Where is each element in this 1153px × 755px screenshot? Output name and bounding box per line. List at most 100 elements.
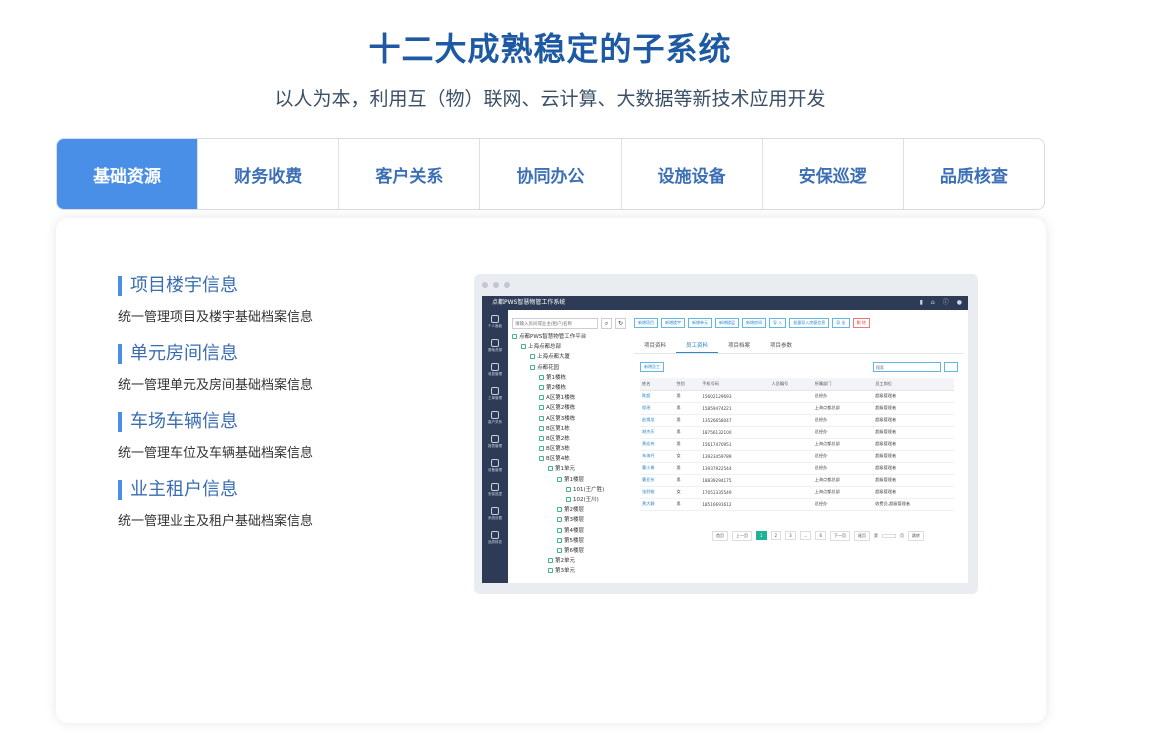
table-row[interactable]: 胡杰乐男 18756132100 总经办 超级管理者: [640, 426, 954, 439]
refresh-icon[interactable]: ↻: [615, 318, 626, 329]
tab-facilities[interactable]: 设施设备: [620, 139, 762, 209]
tab-quality[interactable]: 品质核查: [902, 139, 1044, 209]
tree-node[interactable]: A区第3楼栋: [512, 414, 630, 424]
tree-node[interactable]: 第4楼层: [512, 526, 630, 536]
column-header[interactable]: 性别: [674, 378, 701, 391]
goto-page-input[interactable]: [882, 533, 897, 538]
tree-node[interactable]: 第1单元: [512, 464, 630, 474]
table-row[interactable]: 朱海丹女 13923459789 总经办 超级管理者: [640, 450, 954, 463]
tree-node[interactable]: 第1楼栋: [512, 373, 630, 383]
tree-node[interactable]: 点都PWS智慧物管工作平台: [512, 332, 630, 342]
subtab[interactable]: 员工资料: [676, 338, 719, 353]
sidebar-item[interactable]: 收费管理: [482, 358, 508, 382]
subtab[interactable]: 项目档案: [718, 338, 760, 353]
tree-node[interactable]: 102(王川): [512, 495, 630, 505]
subtab[interactable]: 项目资料: [634, 338, 676, 353]
table-row[interactable]: 程瑶男 15859474221 上海点都总部 超级管理者: [640, 402, 954, 415]
sidebar-item[interactable]: 品质核查: [482, 526, 508, 550]
page-number[interactable]: 3: [785, 531, 796, 540]
tab-collaboration[interactable]: 协同办公: [479, 139, 620, 209]
page-number[interactable]: 2: [770, 531, 782, 540]
next-page-button[interactable]: 下一页: [830, 530, 851, 541]
sidebar-item[interactable]: 安保巡逻: [482, 478, 508, 502]
sidebar-item[interactable]: 工单管理: [482, 382, 508, 406]
sidebar-item[interactable]: 报表管理: [482, 430, 508, 454]
table-cell[interactable]: 程瑶: [640, 402, 675, 415]
export-icon[interactable]: [944, 362, 958, 372]
table-row[interactable]: 陈超男 15602129693 总经办 超级管理者: [640, 390, 954, 403]
tree-node[interactable]: B区第4栋: [512, 454, 630, 464]
toolbar-button[interactable]: 新增项目: [634, 318, 658, 328]
tab-security[interactable]: 安保巡逻: [761, 139, 903, 209]
toolbar-button[interactable]: 新增单元: [688, 318, 712, 328]
tree-node[interactable]: 点都花园: [512, 363, 630, 373]
tree-search-input[interactable]: [512, 318, 598, 329]
column-header[interactable]: 姓名: [640, 378, 675, 391]
tree-node[interactable]: 第2楼层: [512, 505, 630, 515]
table-cell[interactable]: 赵焕龙: [640, 414, 675, 427]
table-cell[interactable]: 陈超: [640, 390, 675, 403]
tree-node[interactable]: 第5楼层: [512, 536, 630, 546]
column-header[interactable]: 人员编号: [769, 378, 813, 391]
toolbar-button[interactable]: 新增楼宇: [661, 318, 685, 328]
column-header[interactable]: 所属部门: [812, 378, 874, 391]
tree-node[interactable]: A区第2楼栋: [512, 403, 630, 413]
toolbar-button[interactable]: 删 除: [852, 318, 870, 328]
table-cell[interactable]: 朱海丹: [640, 450, 675, 463]
toolbar-button[interactable]: 新增房间: [742, 318, 766, 328]
sidebar-item[interactable]: 基础资源: [482, 334, 508, 358]
info-icon[interactable]: ⓘ: [943, 296, 949, 310]
table-cell[interactable]: 黄宏伟: [640, 438, 675, 451]
table-cell[interactable]: 胡杰乐: [640, 426, 675, 439]
tab-customer[interactable]: 客户关系: [338, 139, 479, 209]
user-icon[interactable]: ●: [957, 296, 962, 310]
table-row[interactable]: 黄大静男 18516691612 总经办 收费员,超级管理者: [640, 498, 954, 511]
toolbar-button[interactable]: 导 出: [832, 318, 850, 328]
tree-node[interactable]: 上海点都大厦: [512, 352, 630, 362]
tree-node[interactable]: A区第1楼栋: [512, 393, 630, 403]
sidebar-item[interactable]: 设备管理: [482, 454, 508, 478]
tree-node[interactable]: 第1楼层: [512, 475, 630, 485]
page-number[interactable]: 6: [815, 531, 827, 540]
tree-node[interactable]: B区第3栋: [512, 444, 630, 454]
table-cell[interactable]: 曹小勇: [640, 462, 675, 475]
goto-button[interactable]: 跳转: [908, 530, 925, 541]
table-row[interactable]: 曹亚东男 18839294175 上海点都总部 超级管理者: [640, 474, 954, 487]
table-row[interactable]: 黄宏伟男 15617470951 上海点都总部 超级管理者: [640, 438, 954, 451]
table-row[interactable]: 张舒雅女 17051335549 上海点都总部 超级管理者: [640, 486, 954, 499]
table-row[interactable]: 曹小勇男 13937922544 总经办 超级管理者: [640, 462, 954, 475]
column-header[interactable]: 员工岗位: [873, 378, 954, 391]
add-employee-button[interactable]: 新增员工: [640, 362, 664, 372]
toolbar-button[interactable]: 导 入: [769, 318, 787, 328]
sidebar-item[interactable]: 个人面板: [482, 310, 508, 334]
last-page-button[interactable]: 尾页: [854, 530, 871, 541]
bell-icon[interactable]: ▮: [920, 296, 923, 310]
table-row[interactable]: 赵焕龙男 13526658047 总经办 超级管理者: [640, 414, 954, 427]
table-cell[interactable]: 曹亚东: [640, 474, 675, 487]
tree-node[interactable]: 上海点都总部: [512, 342, 630, 352]
page-number[interactable]: 1: [756, 531, 767, 540]
prev-page-button[interactable]: 上一页: [732, 530, 752, 541]
employee-search-input[interactable]: [873, 362, 941, 372]
page-number[interactable]: ...: [799, 531, 812, 540]
tree-node[interactable]: 第6楼层: [512, 546, 630, 556]
tab-basic-resources[interactable]: 基础资源: [57, 139, 198, 209]
table-cell[interactable]: 黄大静: [640, 498, 675, 511]
column-header[interactable]: 手机号码: [700, 378, 770, 391]
table-cell[interactable]: 张舒雅: [640, 486, 675, 499]
tree-node[interactable]: 第3单元: [512, 566, 630, 576]
tree-node[interactable]: 101(王广胜): [512, 485, 630, 495]
tab-finance[interactable]: 财务收费: [197, 139, 338, 209]
search-icon[interactable]: ⌕: [601, 318, 612, 329]
sidebar-item[interactable]: 客户关系: [482, 406, 508, 430]
subtab[interactable]: 项目参数: [760, 338, 802, 353]
tree-node[interactable]: 第3楼层: [512, 515, 630, 525]
home-icon[interactable]: ⌂: [931, 296, 935, 310]
toolbar-button[interactable]: 批量导入房屋信息: [789, 318, 830, 328]
tree-node[interactable]: 第2楼栋: [512, 383, 630, 393]
tree-node[interactable]: B区第2栋: [512, 434, 630, 444]
tree-node[interactable]: 第2单元: [512, 556, 630, 566]
toolbar-button[interactable]: 新增楼层: [715, 318, 739, 328]
first-page-button[interactable]: 首页: [712, 530, 728, 541]
tree-node[interactable]: B区第1栋: [512, 424, 630, 434]
